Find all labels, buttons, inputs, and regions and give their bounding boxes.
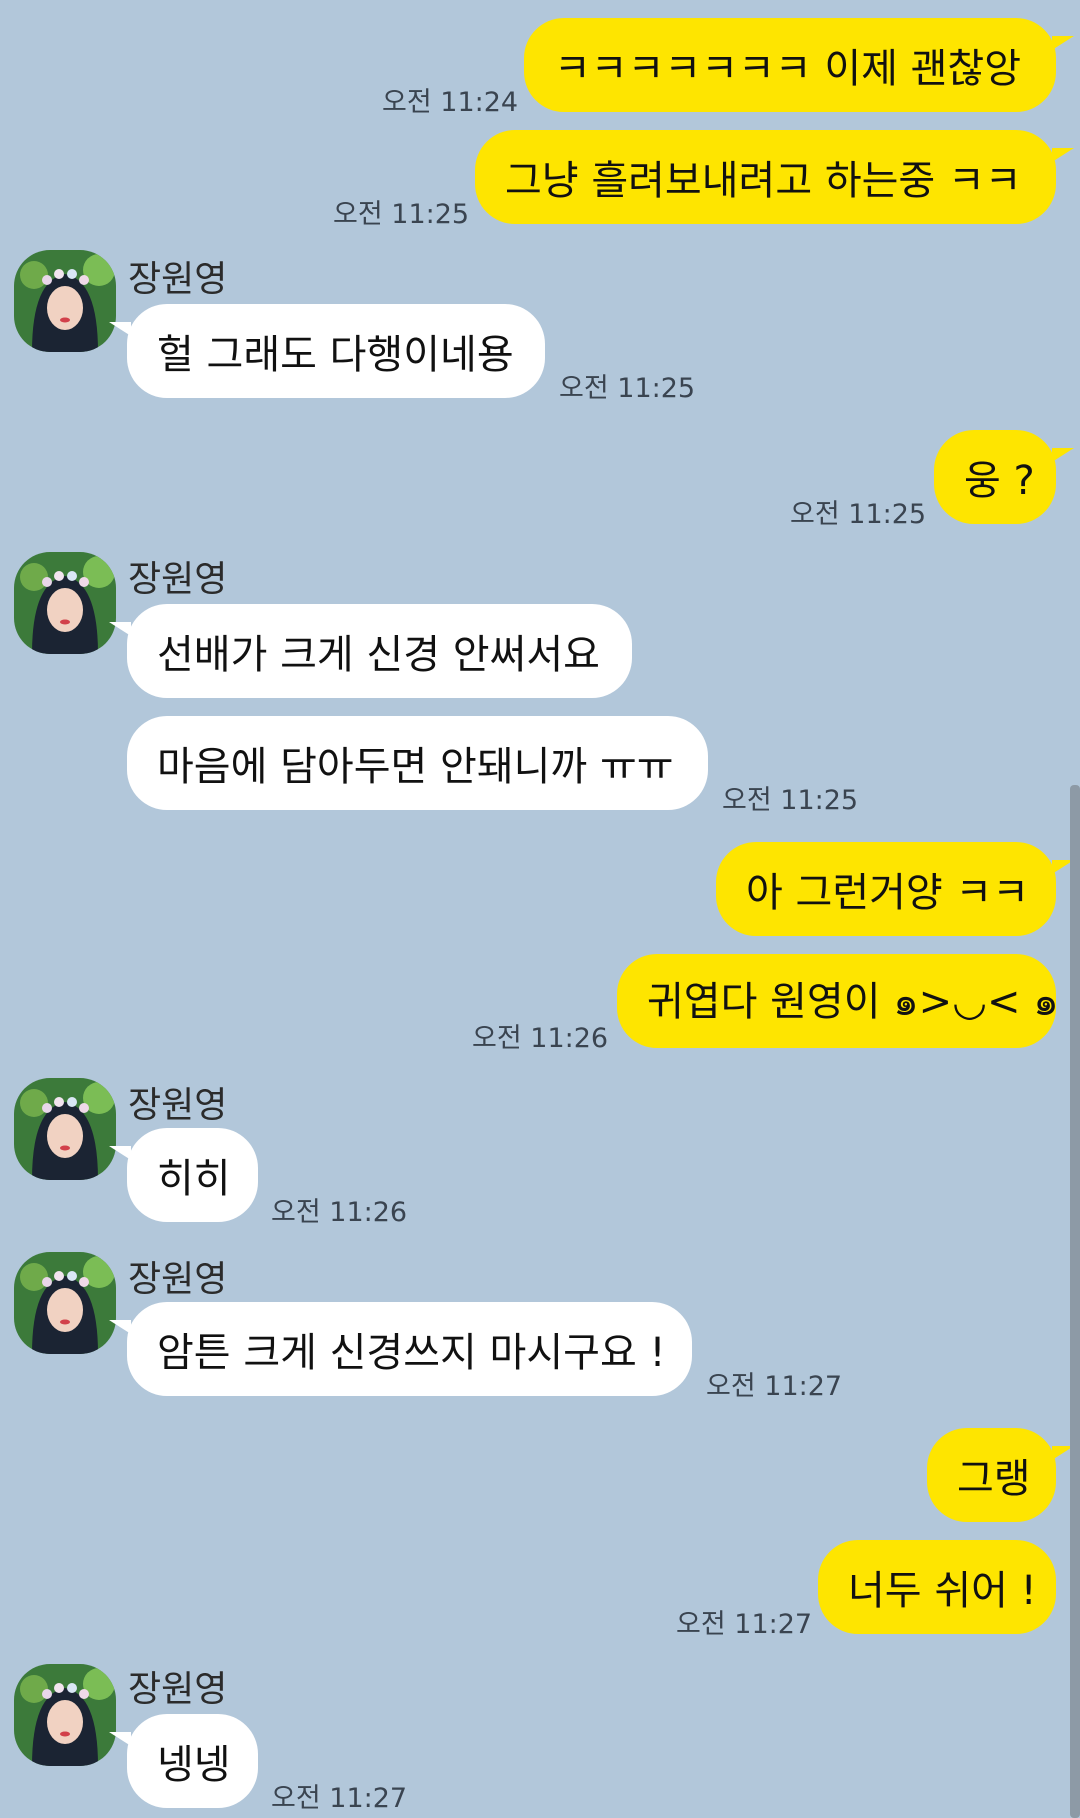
message-time: 오전 11:25 <box>790 499 927 530</box>
message-bubble-mine[interactable]: 귀엽다 원영이 ๑>◡< ๑ <box>617 954 1059 1048</box>
sender-name: 장원영 <box>128 1669 228 1710</box>
message-time: 오전 11:27 <box>676 1609 813 1640</box>
scrollbar[interactable] <box>1070 785 1080 1818</box>
message-time: 오전 11:27 <box>271 1783 408 1814</box>
bubble-tail <box>1052 36 1074 50</box>
message-bubble-theirs[interactable]: 넹넹 <box>127 1714 258 1808</box>
profile-photo-avatar-icon <box>14 1252 116 1354</box>
sender-name: 장원영 <box>128 259 228 300</box>
message-bubble-mine[interactable]: ㅋㅋㅋㅋㅋㅋㅋ 이제 괜찮앙 <box>524 18 1056 112</box>
message-text: 히히 <box>157 1156 231 1202</box>
avatar[interactable] <box>14 1664 116 1766</box>
bubble-tail <box>1052 448 1074 462</box>
message-bubble-mine[interactable]: 그랭 <box>927 1428 1056 1522</box>
profile-photo-avatar-icon <box>14 1078 116 1180</box>
message-text: 귀엽다 원영이 ๑>◡< ๑ <box>647 979 1059 1025</box>
message-text: 너두 쉬어 ! <box>848 1568 1037 1614</box>
message-text: 헐 그래도 다행이네용 <box>157 332 514 378</box>
message-bubble-mine[interactable]: 그냥 흘려보내려고 하는중 ㅋㅋ <box>475 130 1056 224</box>
bubble-tail <box>109 322 131 336</box>
avatar[interactable] <box>14 552 116 654</box>
message-time: 오전 11:27 <box>706 1371 843 1402</box>
profile-photo-avatar-icon <box>14 1664 116 1766</box>
sender-name: 장원영 <box>128 1259 228 1300</box>
message-bubble-theirs[interactable]: 선배가 크게 신경 안써서요 <box>127 604 632 698</box>
sender-name: 장원영 <box>128 1085 228 1126</box>
message-text: ㅋㅋㅋㅋㅋㅋㅋ 이제 괜찮앙 <box>554 46 1022 92</box>
message-bubble-theirs[interactable]: 암튼 크게 신경쓰지 마시구요 ! <box>127 1302 692 1396</box>
message-text: 선배가 크게 신경 안써서요 <box>157 632 600 678</box>
sender-name: 장원영 <box>128 559 228 600</box>
message-bubble-mine[interactable]: 웅 ? <box>934 430 1056 524</box>
message-bubble-mine[interactable]: 아 그런거양 ㅋㅋ <box>716 842 1056 936</box>
message-bubble-mine[interactable]: 너두 쉬어 ! <box>818 1540 1056 1634</box>
bubble-tail <box>1052 148 1074 162</box>
bubble-tail <box>109 1732 131 1746</box>
message-text: 암튼 크게 신경쓰지 마시구요 ! <box>157 1330 666 1376</box>
message-text: 아 그런거양 ㅋㅋ <box>746 870 1030 916</box>
message-time: 오전 11:24 <box>382 87 519 118</box>
message-text: 마음에 담아두면 안돼니까 ㅠㅠ <box>157 744 674 790</box>
bubble-tail <box>109 622 131 636</box>
bubble-tail <box>109 1320 131 1334</box>
message-time: 오전 11:25 <box>722 785 859 816</box>
message-text: 웅 ? <box>964 458 1035 504</box>
message-bubble-theirs[interactable]: 히히 <box>127 1128 258 1222</box>
message-time: 오전 11:25 <box>559 373 696 404</box>
message-bubble-theirs[interactable]: 마음에 담아두면 안돼니까 ㅠㅠ <box>127 716 708 810</box>
message-text: 그랭 <box>957 1456 1031 1502</box>
message-text: 넹넹 <box>157 1742 231 1788</box>
message-bubble-theirs[interactable]: 헐 그래도 다행이네용 <box>127 304 545 398</box>
bubble-tail <box>109 1146 131 1160</box>
avatar[interactable] <box>14 1078 116 1180</box>
profile-photo-avatar-icon <box>14 552 116 654</box>
profile-photo-avatar-icon <box>14 250 116 352</box>
avatar[interactable] <box>14 1252 116 1354</box>
message-text: 그냥 흘려보내려고 하는중 ㅋㅋ <box>505 158 1022 204</box>
avatar[interactable] <box>14 250 116 352</box>
message-time: 오전 11:26 <box>472 1023 609 1054</box>
message-time: 오전 11:25 <box>333 199 470 230</box>
message-time: 오전 11:26 <box>271 1197 408 1228</box>
